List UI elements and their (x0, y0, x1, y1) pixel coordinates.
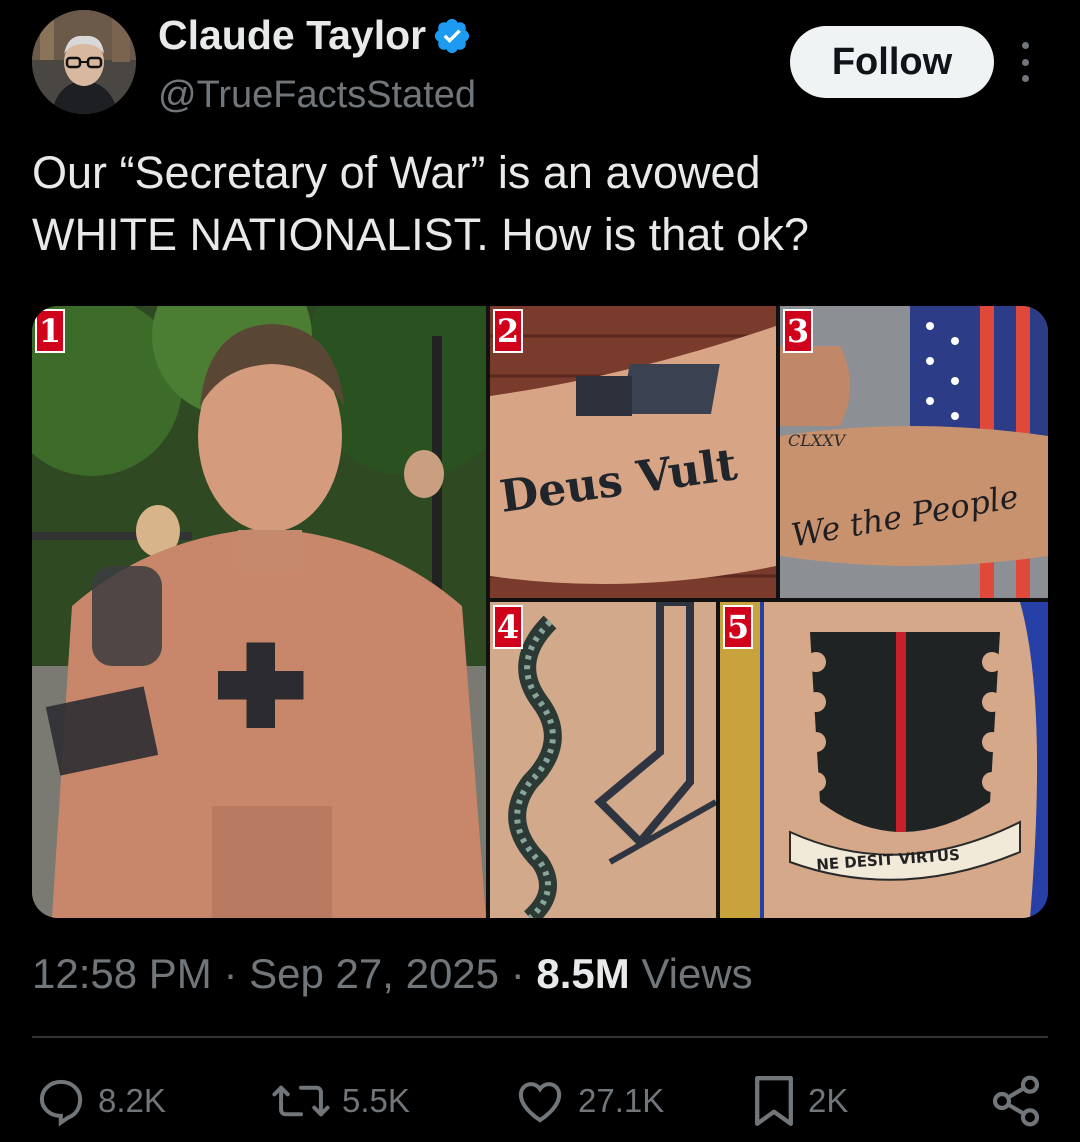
tattoo-text-clxxv: CLXXV (788, 431, 847, 450)
heart-icon (512, 1074, 568, 1128)
media-panel-2: Deus Vult 2 (490, 306, 776, 598)
meta-separator: · (510, 950, 525, 997)
avatar[interactable] (32, 10, 136, 114)
repost-icon (270, 1074, 332, 1128)
bookmark-count: 2K (808, 1082, 849, 1119)
bookmark-icon (750, 1072, 798, 1130)
post-text: Our “Secretary of War” is an avowed WHIT… (32, 142, 1048, 266)
panel-number: 4 (493, 605, 523, 649)
meta-separator: · (223, 950, 238, 997)
repost-count: 5.5K (342, 1082, 410, 1119)
media-panel-4: 4 (490, 602, 716, 918)
bookmark-button[interactable]: 2K (750, 1068, 848, 1134)
panel-number: 2 (493, 309, 523, 353)
panel-number: 1 (35, 309, 65, 353)
panel-number: 5 (723, 605, 753, 649)
media-panel-5: NE DESIT VIRTUS 5 (720, 602, 1048, 918)
action-bar: 8.2K 5.5K 27.1K 2K (32, 1068, 1048, 1134)
more-icon[interactable] (1014, 42, 1036, 82)
reply-button[interactable]: 8.2K (34, 1068, 166, 1134)
like-button[interactable]: 27.1K (512, 1068, 664, 1134)
author-name[interactable]: Claude Taylor (158, 12, 426, 59)
media-panel-1: 1 (32, 306, 486, 918)
share-button[interactable] (988, 1068, 1044, 1134)
follow-button[interactable]: Follow (790, 26, 994, 98)
post-media[interactable]: 1 Deus Vult 2 CLXXV We the People 3 4 NE… (32, 306, 1048, 918)
post-header: Claude Taylor @TrueFactsStated Follow (32, 10, 1048, 120)
post-meta: 12:58 PM · Sep 27, 2025 · 8.5M Views (32, 950, 753, 998)
verified-badge-icon (432, 16, 472, 56)
repost-button[interactable]: 5.5K (270, 1068, 410, 1134)
like-count: 27.1K (578, 1082, 665, 1119)
post-text-line: Our “Secretary of War” is an avowed (32, 147, 761, 198)
author-name-row[interactable]: Claude Taylor (158, 12, 472, 59)
panel-number: 3 (783, 309, 813, 353)
post-text-line: WHITE NATIONALIST. How is that ok? (32, 209, 809, 260)
post-time[interactable]: 12:58 PM (32, 950, 212, 997)
reply-icon (34, 1074, 88, 1128)
share-icon (988, 1073, 1044, 1129)
views-count[interactable]: 8.5M (536, 950, 629, 997)
post-date[interactable]: Sep 27, 2025 (249, 950, 499, 997)
divider (32, 1036, 1048, 1038)
author-handle[interactable]: @TrueFactsStated (158, 74, 476, 117)
media-panel-3: CLXXV We the People 3 (780, 306, 1048, 598)
views-label: Views (641, 950, 753, 997)
reply-count: 8.2K (98, 1082, 166, 1119)
